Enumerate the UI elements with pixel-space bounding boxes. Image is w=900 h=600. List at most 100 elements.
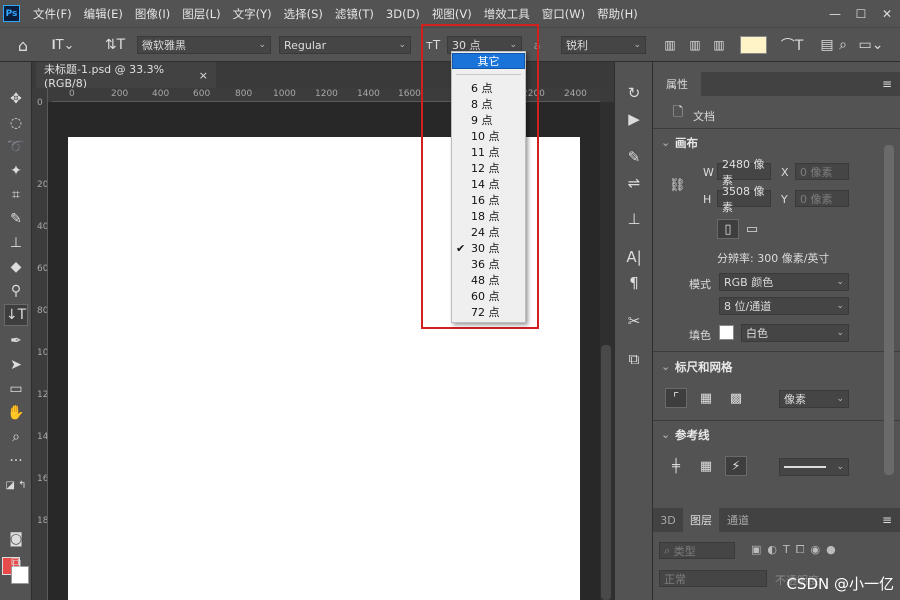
menu-item-size[interactable]: 36 点	[452, 256, 525, 272]
search-icon[interactable]: ⌕	[835, 35, 851, 55]
stamp-icon[interactable]: ⊥	[4, 232, 28, 254]
rectangle-icon[interactable]: ▭	[4, 378, 28, 400]
document-tab[interactable]: 未标题-1.psd @ 33.3%(RGB/8) ×	[36, 62, 216, 90]
collapse-canvas-icon[interactable]: ⌄	[661, 136, 670, 149]
menu-item-size[interactable]: 24 点	[452, 224, 525, 240]
layers-menu-icon[interactable]: ≡	[877, 508, 897, 532]
smart-guides-icon[interactable]: ⚡	[725, 456, 747, 476]
menu-item-size[interactable]: 11 点	[452, 144, 525, 160]
menu-view[interactable]: 视图(V)	[426, 6, 478, 22]
menu-image[interactable]: 图像(I)	[129, 6, 176, 22]
clone-source-icon[interactable]: ⊥	[623, 208, 645, 230]
maximize-button[interactable]: ☐	[848, 0, 874, 27]
magic-wand-icon[interactable]: ✦	[4, 160, 28, 182]
anti-alias-dropdown[interactable]: 锐利 ⌄	[561, 36, 646, 54]
menu-item-size[interactable]: 12 点	[452, 160, 525, 176]
menu-item-size[interactable]: 60 点	[452, 288, 525, 304]
menu-item-size[interactable]: 72 点	[452, 304, 525, 320]
width-input[interactable]: 2480 像素	[717, 158, 771, 187]
history-icon[interactable]: ↻	[623, 82, 645, 104]
blend-mode-dropdown[interactable]: 正常	[659, 570, 767, 587]
eraser-icon[interactable]: ◆	[4, 256, 28, 278]
menu-item-size[interactable]: 48 点	[452, 272, 525, 288]
menu-item-size[interactable]: 10 点	[452, 128, 525, 144]
quick-mask-icon[interactable]: ◙	[4, 528, 28, 550]
minimize-button[interactable]: —	[822, 0, 848, 27]
menu-item-size-checked[interactable]: ✔ 30 点	[452, 240, 525, 256]
hand-icon[interactable]: ✋	[4, 402, 28, 424]
units-dropdown[interactable]: 像素 ⌄	[779, 390, 849, 408]
collapse-guides-icon[interactable]: ⌄	[661, 428, 670, 441]
close-tab-icon[interactable]: ×	[199, 69, 208, 82]
lasso-icon[interactable]: ➰	[4, 136, 28, 158]
tab-channels[interactable]: 通道	[719, 508, 757, 532]
brush-icon[interactable]: ✎	[4, 208, 28, 230]
menu-item-size[interactable]: 18 点	[452, 208, 525, 224]
screen-mode-icon[interactable]: ⧉	[4, 552, 28, 574]
font-family-dropdown[interactable]: 微软雅黑 ⌄	[137, 36, 271, 54]
menu-filter[interactable]: 滤镜(T)	[329, 6, 380, 22]
x-input[interactable]: 0 像素	[795, 163, 849, 180]
zoom-icon[interactable]: ⌕	[4, 426, 28, 448]
path-select-icon[interactable]: ➤	[4, 354, 28, 376]
pen-icon[interactable]: ✒	[4, 330, 28, 352]
more-icon[interactable]: ···	[4, 450, 28, 472]
portrait-icon[interactable]: ▯	[717, 219, 739, 239]
tab-layers[interactable]: 图层	[683, 508, 719, 532]
menu-item-size[interactable]: 9 点	[452, 112, 525, 128]
menu-layer[interactable]: 图层(L)	[176, 6, 226, 22]
scrollbar-thumb[interactable]	[601, 345, 611, 600]
guides-icon[interactable]: ╪	[665, 456, 687, 476]
text-tool-icon[interactable]: 𝐈T⌄	[50, 35, 76, 55]
workspace-icon[interactable]: ▭⌄	[859, 35, 884, 55]
close-window-button[interactable]: ✕	[874, 0, 900, 27]
align-left-icon[interactable]: ▥	[659, 35, 681, 55]
home-icon[interactable]: ⌂	[12, 35, 34, 55]
menu-edit[interactable]: 编辑(E)	[78, 6, 129, 22]
lock-guides-icon[interactable]: ▦	[695, 456, 717, 476]
height-input[interactable]: 3508 像素	[717, 185, 771, 214]
font-style-dropdown[interactable]: Regular ⌄	[279, 36, 411, 54]
artboard-icon[interactable]: ⧉	[623, 348, 645, 370]
dodge-icon[interactable]: ⚲	[4, 280, 28, 302]
menu-help[interactable]: 帮助(H)	[591, 6, 644, 22]
mode-dropdown[interactable]: RGB 颜色 ⌄	[719, 273, 849, 291]
bit-depth-dropdown[interactable]: 8 位/通道 ⌄	[719, 297, 849, 315]
ruler-toggle-icon[interactable]: ⌜	[665, 388, 687, 408]
text-color-swatch[interactable]	[740, 36, 767, 54]
y-input[interactable]: 0 像素	[795, 190, 849, 207]
paragraph-icon[interactable]: ¶	[623, 272, 645, 294]
pixel-grid-icon[interactable]: ▩	[725, 388, 747, 408]
align-center-icon[interactable]: ▥	[684, 35, 706, 55]
menu-item-other[interactable]: 其它	[452, 53, 525, 69]
crop-icon[interactable]: ⌗	[4, 184, 28, 206]
menu-3d[interactable]: 3D(D)	[380, 7, 426, 21]
tab-properties[interactable]: 属性	[653, 72, 701, 96]
menu-window[interactable]: 窗口(W)	[536, 6, 591, 22]
move-icon[interactable]: ✥	[4, 88, 28, 110]
ps-logo-icon[interactable]: Ps	[3, 5, 20, 22]
menu-item-size[interactable]: 14 点	[452, 176, 525, 192]
align-right-icon[interactable]: ▥	[708, 35, 730, 55]
menu-item-size[interactable]: 8 点	[452, 96, 525, 112]
menu-select[interactable]: 选择(S)	[278, 6, 329, 22]
actions-play-icon[interactable]: ▶	[623, 108, 645, 130]
grid-icon[interactable]: ▦	[695, 388, 717, 408]
tools-settings-icon[interactable]: ✂	[623, 310, 645, 332]
orientation-icon[interactable]: ⇅T	[104, 35, 126, 55]
swap-colors-icon[interactable]: ◪ ↰	[4, 474, 28, 496]
panel-menu-icon[interactable]: ≡	[877, 72, 897, 96]
menu-item-size[interactable]: 6 点	[452, 80, 525, 96]
link-icon[interactable]: ⛓	[669, 178, 686, 193]
properties-scrollbar[interactable]	[884, 145, 894, 475]
fill-color-swatch[interactable]	[719, 325, 734, 340]
menu-plugins[interactable]: 增效工具	[478, 6, 536, 22]
menu-type[interactable]: 文字(Y)	[227, 6, 278, 22]
layer-filter-dropdown[interactable]: ⌕ 类型	[659, 542, 735, 559]
marquee-icon[interactable]: ◌	[4, 112, 28, 134]
warp-text-icon[interactable]: ⌒T	[781, 35, 804, 55]
fill-dropdown[interactable]: 白色 ⌄	[741, 324, 849, 342]
menu-file[interactable]: 文件(F)	[27, 6, 78, 22]
character-icon[interactable]: A|	[623, 246, 645, 268]
type-tool-icon[interactable]: ↓T	[4, 304, 28, 326]
